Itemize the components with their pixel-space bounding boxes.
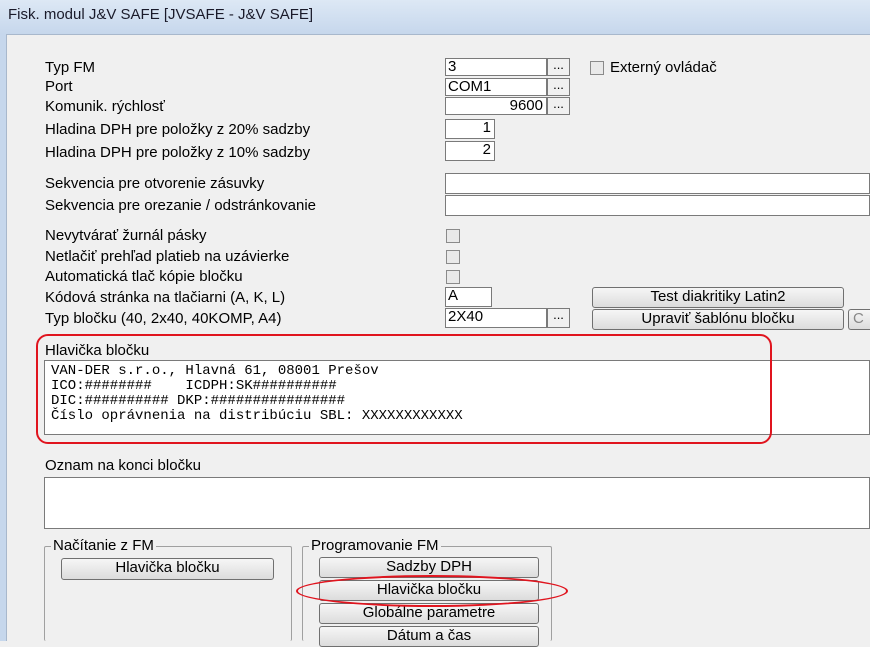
window-title: Fisk. modul J&V SAFE [JVSAFE - J&V SAFE]: [8, 6, 314, 23]
cut-off-button[interactable]: C: [848, 309, 870, 330]
automaticka-checkbox[interactable]: [446, 270, 460, 284]
window-title-bar[interactable]: Fisk. modul J&V SAFE [JVSAFE - J&V SAFE]: [0, 0, 870, 35]
kodova-label: Kódová stránka na tlačiarni (A, K, L): [45, 289, 286, 306]
typ-blocku-label: Typ bločku (40, 2x40, 40KOMP, A4): [45, 310, 282, 327]
netlacit-label: Netlačiť prehľad platieb na uzávierke: [45, 248, 290, 265]
dph20-field[interactable]: 1: [445, 119, 495, 139]
typ-blocku-field[interactable]: 2X40: [445, 308, 547, 328]
externy-ovladac-label: Externý ovládač: [610, 59, 717, 76]
rychlost-field[interactable]: 9600: [445, 97, 547, 115]
datum-cas-button[interactable]: Dátum a čas: [319, 626, 539, 647]
netlacit-checkbox[interactable]: [446, 250, 460, 264]
window-frame: [0, 34, 7, 641]
oznam-field[interactable]: [44, 477, 870, 529]
dph10-field[interactable]: 2: [445, 141, 495, 161]
automaticka-label: Automatická tlač kópie bločku: [45, 268, 243, 285]
orezanie-label: Sekvencia pre orezanie / odstránkovanie: [45, 197, 316, 214]
orezanie-field[interactable]: [445, 195, 870, 216]
typ-fm-field[interactable]: 3: [445, 58, 547, 76]
externy-ovladac-checkbox[interactable]: [590, 61, 604, 75]
highlight-ellipse: [296, 575, 568, 607]
rychlost-browse-button[interactable]: ...: [547, 97, 570, 115]
test-diakritiky-button[interactable]: Test diakritiky Latin2: [592, 287, 844, 308]
zasuvka-label: Sekvencia pre otvorenie zásuvky: [45, 175, 265, 192]
upravit-sablonu-button[interactable]: Upraviť šablónu bločku: [592, 309, 844, 330]
kodova-field[interactable]: A: [445, 287, 492, 307]
dph20-label: Hladina DPH pre položky z 20% sadzby: [45, 121, 311, 138]
port-browse-button[interactable]: ...: [547, 78, 570, 96]
typ-fm-label: Typ FM: [45, 59, 96, 76]
port-label: Port: [45, 78, 73, 95]
dph10-label: Hladina DPH pre položky z 10% sadzby: [45, 144, 311, 161]
port-field[interactable]: COM1: [445, 78, 547, 96]
programovanie-caption: Programovanie FM: [309, 537, 441, 555]
rychlost-label: Komunik. rýchlosť: [45, 98, 165, 115]
nacitanie-caption: Načítanie z FM: [51, 537, 156, 555]
nevytvarat-checkbox[interactable]: [446, 229, 460, 243]
typ-fm-browse-button[interactable]: ...: [547, 58, 570, 76]
zasuvka-field[interactable]: [445, 173, 870, 194]
highlight-rectangle: [36, 334, 772, 444]
oznam-label: Oznam na konci bločku: [45, 457, 201, 474]
nacitanie-hlavicka-button[interactable]: Hlavička bločku: [61, 558, 274, 580]
nevytvarat-label: Nevytvárať žurnál pásky: [45, 227, 207, 244]
typ-blocku-browse-button[interactable]: ...: [547, 308, 570, 328]
